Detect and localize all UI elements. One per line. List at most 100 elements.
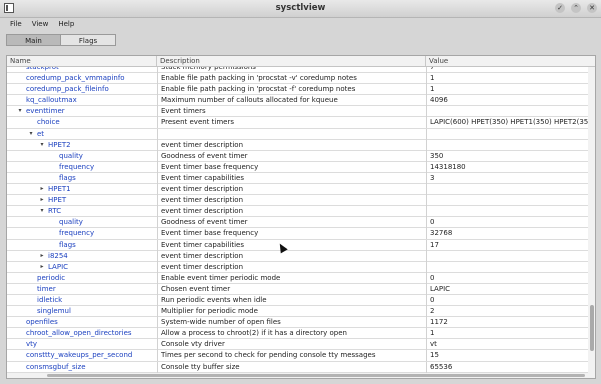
sysctl-name: HPET [48,196,67,205]
description-cell: event timer description [157,195,426,207]
table-row[interactable]: vty Console vty driver vt [7,339,589,351]
table-row[interactable]: frequency Event timer base frequency 14318… [7,161,589,173]
value-cell: 3 [426,172,589,184]
description-cell: event timer description [157,184,426,196]
horizontal-scroll-thumb[interactable] [47,374,585,377]
sysctl-name: chroot_allow_open_directories [26,329,132,338]
name-cell: ▾ eventtimer [7,106,153,117]
sysctl-name: frequency [59,162,95,171]
expand-arrow-icon[interactable]: ▸ [38,262,46,273]
value-cell [426,184,589,196]
sysctl-name: consmsgbuf_size [26,362,86,371]
menu-view[interactable]: View [27,18,54,30]
tab-flags[interactable]: Flags [61,34,116,46]
name-cell: flags [7,240,153,251]
table-row[interactable]: openfiles System-wide number of open file… [7,317,589,329]
vertical-scrollbar[interactable] [588,67,595,378]
description-cell: Enable event timer periodic mode [157,272,426,284]
column-header-value[interactable]: Value [426,56,595,66]
collapse-arrow-icon[interactable]: ▾ [38,206,46,217]
description-cell: Event timers [157,106,426,118]
table-row[interactable]: ▾ et [7,128,589,140]
table-row[interactable]: ▸ LAPIC event timer description [7,261,589,273]
value-cell: 350 [426,150,589,162]
sysctl-name: frequency [59,229,95,238]
value-cell [426,106,589,118]
table-row[interactable]: idletick Run periodic events when idle 0 [7,294,589,307]
collapse-arrow-icon[interactable]: ▾ [38,140,46,151]
column-header-description[interactable]: Description [157,56,426,66]
value-cell: LAPIC [426,283,589,295]
horizontal-scrollbar[interactable] [7,373,590,378]
column-header-name[interactable]: Name [7,56,157,66]
description-cell: Multiplier for periodic mode [157,306,426,318]
value-cell: 1 [426,84,589,96]
name-cell: kq_calloutmax [7,95,153,106]
table-row[interactable]: flags Event timer capabilities 17 [7,239,589,251]
table-row[interactable]: frequency Event timer base frequency 32768 [7,228,589,240]
value-cell [426,206,589,218]
name-cell: vty [7,339,153,350]
expand-arrow-icon[interactable]: ▸ [38,184,46,195]
close-button[interactable]: ✕ [587,3,597,13]
description-cell: Goodness of event timer [157,150,426,162]
sysctl-name: RTC [48,207,62,216]
description-cell: Event timer capabilities [157,239,426,251]
table-row[interactable]: coredump_pack_fileinfo Enable file path p… [7,84,589,96]
expand-arrow-icon[interactable]: ▸ [38,195,46,206]
table-row[interactable]: ▾ RTC event timer description [7,206,589,218]
table-row[interactable]: choice Present event timers LAPIC(600) HPE… [7,117,589,129]
maximize-button[interactable]: ⌃ [571,3,581,13]
menu-file[interactable]: File [0,18,27,30]
description-cell: Goodness of event timer [157,217,426,229]
description-cell: Console tty buffer size [157,361,426,373]
name-cell: consmsgbuf_size [7,362,153,373]
value-cell: 65536 [426,361,589,373]
value-cell: LAPIC(600) HPET(350) HPET1(350) HPET2(35… [426,117,589,129]
table-row[interactable]: singlemul Multiplier for periodic mode 2 [7,306,589,318]
table-row[interactable]: consttty_wakeups_per_second Times per sec… [7,350,589,362]
name-cell: ▾ HPET2 [7,140,153,151]
vertical-scroll-thumb[interactable] [590,305,594,351]
collapse-arrow-icon[interactable]: ▾ [16,106,24,117]
table-row[interactable]: chroot_allow_open_directories Allow a pro… [7,328,589,340]
value-cell: 7 [426,67,589,73]
table-row[interactable]: flags Event timer capabilities 3 [7,172,589,185]
description-cell: Present event timers [157,117,426,129]
sysctl-name: choice [37,118,60,127]
table-row[interactable]: quality Goodness of event timer 0 [7,217,589,229]
collapse-arrow-icon[interactable]: ▾ [27,129,35,140]
sysctl-name: vty [26,340,38,349]
title-bar: sysctlview ✓ ⌃ ✕ [0,0,601,18]
minimize-button[interactable]: ✓ [555,3,565,13]
menu-bar: File View Help [0,18,601,30]
tab-main[interactable]: Main [6,34,61,46]
table-row[interactable]: ▸ HPET event timer description [7,195,589,207]
table-row[interactable]: ▾ eventtimer Event timers [7,106,589,118]
sysctl-name: HPET1 [48,185,71,194]
value-cell: 1 [426,328,589,340]
value-cell [426,195,589,207]
description-cell: event timer description [157,139,426,151]
table-row[interactable]: ▸ i8254 event timer description [7,250,589,262]
sysctl-name: flags [59,173,76,182]
expand-arrow-icon[interactable]: ▸ [38,251,46,262]
name-cell: ▸ i8254 [7,251,153,262]
table-row[interactable]: kq_calloutmax Maximum number of callouts … [7,95,589,107]
table-body: stackprot Stack memory permissions 7 coredu… [7,67,589,378]
value-cell: 15 [426,350,589,362]
table-row[interactable]: coredump_pack_vmmapinfo Enable file path … [7,73,589,85]
name-cell: coredump_pack_vmmapinfo [7,73,153,84]
menu-help[interactable]: Help [53,18,79,30]
table-row[interactable]: periodic Enable event timer periodic mode… [7,272,589,284]
table-row[interactable]: timer Chosen event timer LAPIC [7,283,589,295]
sysctl-name: HPET2 [48,140,71,149]
table-row[interactable]: ▸ HPET1 event timer description [7,184,589,196]
table-row[interactable]: ▾ HPET2 event timer description [7,139,589,151]
description-cell: Run periodic events when idle [157,294,426,306]
table-row[interactable]: quality Goodness of event timer 350 [7,150,589,162]
value-cell [426,139,589,151]
description-cell: Chosen event timer [157,283,426,295]
table-row[interactable]: consmsgbuf_size Console tty buffer size 65… [7,361,589,373]
name-cell: choice [7,117,153,128]
